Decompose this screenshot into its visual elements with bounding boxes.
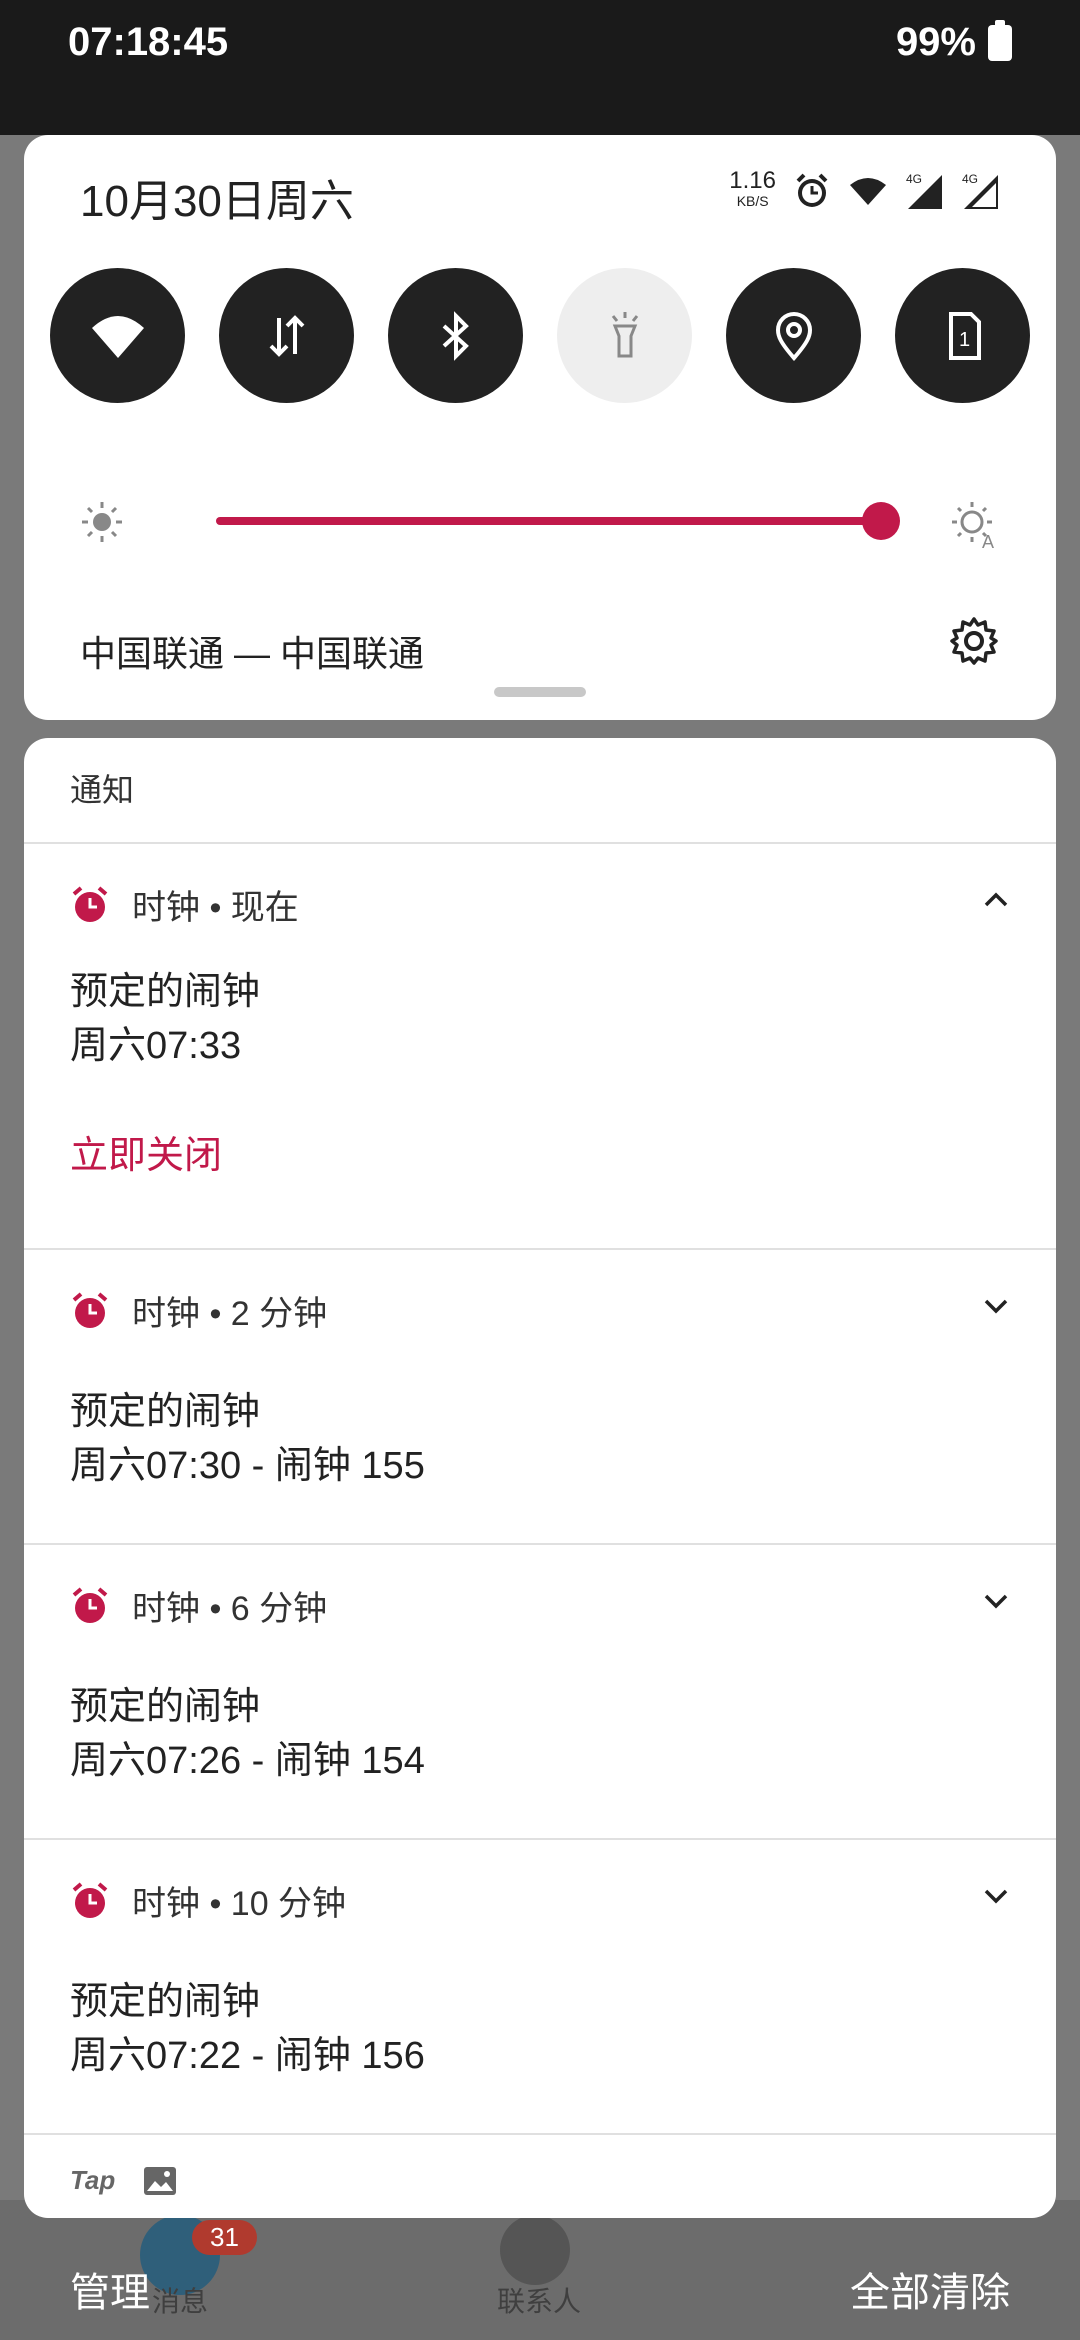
- wifi-status-icon: [850, 178, 886, 205]
- signal-4g-icon-2: 4G: [962, 172, 998, 209]
- alarm-icon: [72, 885, 108, 922]
- notification-subtitle: 周六07:22 - 闹钟 156: [70, 2035, 425, 2077]
- net-speed-value: 1.16: [729, 167, 776, 194]
- tile-wifi[interactable]: [50, 268, 185, 403]
- chevron-down-icon[interactable]: [980, 1290, 1012, 1322]
- battery-icon: [988, 19, 1012, 61]
- status-time: 07:18:45: [68, 20, 229, 64]
- brightness-auto-icon[interactable]: A: [950, 500, 1000, 550]
- notification-app-row: 时钟 • 2 分钟: [70, 1286, 327, 1335]
- notification-app: 时钟 • 6 分钟: [132, 1590, 328, 1628]
- status-bar: 07:18:45 99%: [0, 0, 1080, 135]
- settings-gear-icon[interactable]: [948, 615, 1000, 667]
- tile-sim[interactable]: 1: [895, 268, 1030, 403]
- brightness-low-icon: [82, 502, 122, 542]
- notification-item[interactable]: 时钟 • 10 分钟 预定的闹钟 周六07:22 - 闹钟 156: [24, 1840, 1056, 2135]
- tile-flashlight[interactable]: [557, 268, 692, 403]
- quick-settings-panel: 10月30日周六 1.16 KB/S 4G 4G 1 A 中国联通 — 中国联通: [24, 135, 1056, 720]
- chevron-up-icon[interactable]: [980, 884, 1012, 916]
- notification-title: 预定的闹钟: [70, 1686, 261, 1728]
- bluetooth-icon: [442, 310, 469, 361]
- net-speed-unit: KB/S: [736, 193, 769, 209]
- tile-bluetooth[interactable]: [388, 268, 523, 403]
- battery-percent: 99%: [895, 20, 976, 64]
- alarm-icon: [72, 1586, 108, 1623]
- qs-status-icons: 1.16 KB/S 4G 4G: [729, 169, 1000, 211]
- notification-app: 时钟 • 现在: [132, 889, 299, 927]
- notification-item[interactable]: 时钟 • 6 分钟 预定的闹钟 周六07:26 - 闹钟 154: [24, 1545, 1056, 1840]
- chevron-down-icon[interactable]: [980, 1880, 1012, 1912]
- flashlight-icon: [611, 311, 638, 357]
- tap-app-label: Tap: [70, 2165, 116, 2195]
- notification-subtitle: 周六07:30 - 闹钟 155: [70, 1445, 425, 1487]
- notification-item[interactable]: 时钟 • 现在 预定的闹钟 周六07:33 立即关闭: [24, 844, 1056, 1250]
- notification-title: 预定的闹钟: [70, 1391, 261, 1433]
- alarm-icon: [72, 1291, 108, 1328]
- alarm-icon: [72, 1881, 108, 1918]
- sim-icon: 1: [948, 311, 981, 360]
- notification-title: 预定的闹钟: [70, 971, 261, 1013]
- svg-text:4G: 4G: [962, 172, 978, 186]
- notification-app: 时钟 • 2 分钟: [132, 1295, 328, 1333]
- notifications-panel: 通知 时钟 • 现在 预定的闹钟 周六07:33 立即关闭 时钟 • 2 分钟: [24, 738, 1056, 2218]
- svg-text:A: A: [982, 532, 994, 550]
- unread-badge: 31: [192, 2220, 257, 2255]
- tile-location[interactable]: [726, 268, 861, 403]
- manage-button[interactable]: 管理: [70, 2260, 150, 2318]
- svg-text:1: 1: [959, 329, 970, 351]
- notification-title: 预定的闹钟: [70, 1981, 261, 2023]
- wifi-icon: [91, 315, 144, 358]
- tile-mobile-data[interactable]: [219, 268, 354, 403]
- signal-4g-icon-1: 4G: [906, 172, 942, 209]
- brightness-slider-track[interactable]: [216, 517, 880, 525]
- dismiss-now-button[interactable]: 立即关闭: [70, 1124, 222, 1179]
- net-speed: 1.16 KB/S: [729, 169, 776, 211]
- alarm-status-icon: [796, 173, 828, 207]
- notification-app-row: 时钟 • 现在: [70, 880, 299, 929]
- notification-bottom-actions: 管理 全部清除: [0, 2260, 1080, 2330]
- notification-app-row: 时钟 • 6 分钟: [70, 1581, 327, 1630]
- collapsed-notifications-row[interactable]: Tap: [70, 2165, 177, 2196]
- clear-all-button[interactable]: 全部清除: [850, 2260, 1010, 2318]
- notification-app-row: 时钟 • 10 分钟: [70, 1876, 346, 1925]
- brightness-row: A: [80, 490, 1000, 550]
- svg-text:4G: 4G: [906, 172, 922, 186]
- carrier-label: 中国联通 — 中国联通: [80, 633, 425, 674]
- location-icon: [775, 311, 812, 361]
- battery-indicator: 99%: [895, 19, 1012, 65]
- notification-item[interactable]: 时钟 • 2 分钟 预定的闹钟 周六07:30 - 闹钟 155: [24, 1250, 1056, 1545]
- drag-handle[interactable]: [494, 687, 586, 697]
- qs-date[interactable]: 10月30日周六: [80, 165, 354, 229]
- chevron-down-icon[interactable]: [980, 1585, 1012, 1617]
- notifications-header: 通知: [24, 738, 1056, 844]
- data-icon: [269, 314, 304, 357]
- notification-subtitle: 周六07:33: [70, 1025, 242, 1067]
- notification-app: 时钟 • 10 分钟: [132, 1885, 347, 1923]
- quick-tiles: 1: [50, 268, 1030, 404]
- notification-subtitle: 周六07:26 - 闹钟 154: [70, 1740, 425, 1782]
- image-icon: [144, 2166, 177, 2195]
- brightness-slider-thumb[interactable]: [862, 502, 900, 540]
